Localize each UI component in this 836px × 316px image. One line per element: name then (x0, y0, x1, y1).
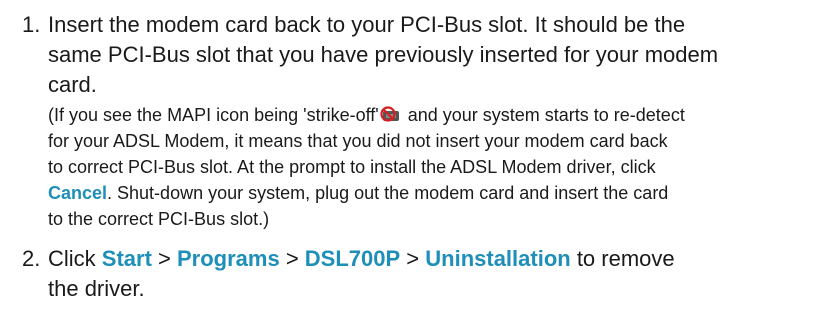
note-text-before-icon: (If you see the MAPI icon being 'strike-… (48, 105, 379, 125)
path-start: Start (101, 246, 152, 271)
click-label: Click (48, 246, 102, 271)
note-line-4-rest: . Shut-down your system, plug out the mo… (107, 183, 669, 203)
mapi-strike-off-icon (380, 105, 402, 123)
step-1-note-line-1: (If you see the MAPI icon being 'strike-… (48, 102, 685, 128)
step-2-line-1: Click Start > Programs > DSL700P > Unins… (48, 244, 675, 274)
step-1-note-line-2: for your ADSL Modem, it means that you d… (48, 131, 668, 151)
step-1-line-2: same PCI-Bus slot that you have previous… (48, 42, 719, 67)
note-text-after-icon: and your system starts to re-detect (402, 105, 685, 125)
path-dsl700p: DSL700P (304, 246, 401, 271)
step-2-line-2: the driver. (48, 276, 145, 301)
step-1-number: 1. (22, 12, 41, 37)
step-1-note-line-4: Cancel. Shut-down your system, plug out … (48, 180, 668, 206)
step-1-note-line-5: to the correct PCI-Bus slot.) (48, 209, 270, 229)
step-2-number: 2. (22, 246, 41, 271)
step-1-note-line-3: to correct PCI-Bus slot. At the prompt t… (48, 157, 656, 177)
path-separator: > (400, 246, 426, 271)
step-1-line-1: Insert the modem card back to your PCI-B… (48, 12, 686, 37)
path-separator: > (151, 246, 177, 271)
path-uninstallation: Uninstallation (425, 246, 571, 271)
step-1-line-3: card. (48, 72, 97, 97)
path-separator: > (279, 246, 305, 271)
step-2-line-1-tail: to remove (570, 246, 675, 271)
cancel-keyword: Cancel (48, 183, 108, 203)
path-programs: Programs (176, 246, 280, 271)
